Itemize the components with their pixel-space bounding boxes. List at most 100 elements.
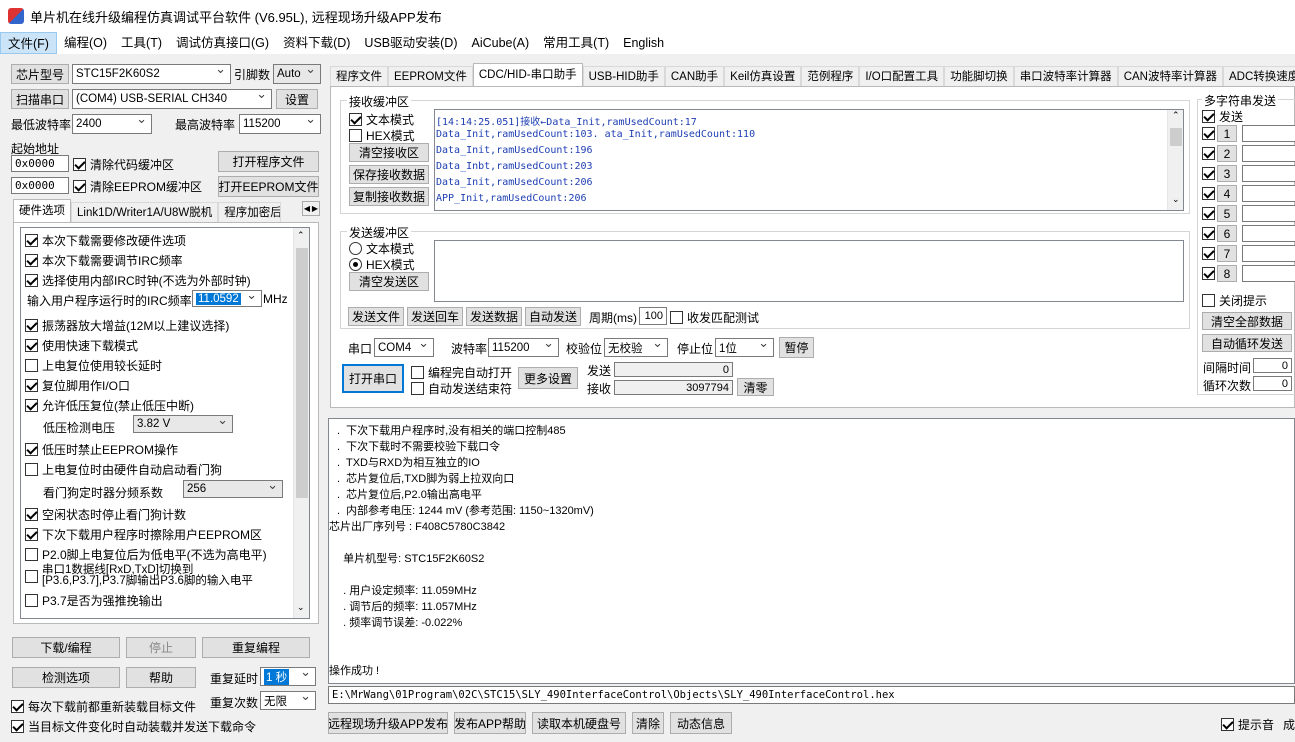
clear-log-button[interactable]: 清除 <box>632 712 664 734</box>
arrow-right-icon[interactable]: ▶ <box>312 204 318 213</box>
option-erase-eeprom[interactable]: 下次下载用户程序时擦除用户EEPROM区 <box>25 526 262 543</box>
option-modify-hardware[interactable]: 本次下载需要修改硬件选项 <box>25 232 186 249</box>
menu-debug[interactable]: 调试仿真接口(G) <box>169 32 276 54</box>
receive-text-mode-checkbox[interactable]: 文本模式 <box>349 111 414 128</box>
tab-eeprom-file[interactable]: EEPROM文件 <box>388 66 473 86</box>
multi-item-send-button[interactable]: 5 <box>1217 205 1237 222</box>
option-fast-download[interactable]: 使用快速下载模式 <box>25 337 138 354</box>
menu-program[interactable]: 编程(O) <box>57 32 114 54</box>
eeprom-address-input[interactable]: 0x0000 <box>11 177 69 194</box>
tab-program-file[interactable]: 程序文件 <box>330 66 388 86</box>
save-receive-button[interactable]: 保存接收数据 <box>349 165 429 184</box>
prompt-sound-checkbox[interactable]: 提示音 <box>1221 716 1274 733</box>
multi-item-send-button[interactable]: 8 <box>1217 265 1237 282</box>
match-test-checkbox[interactable]: 收发匹配测试 <box>670 309 759 326</box>
tab-io-config[interactable]: I/O口配置工具 <box>859 66 945 86</box>
tab-encryption[interactable]: 程序加密后 <box>218 202 282 222</box>
auto-end-char-checkbox[interactable]: 自动发送结束符 <box>411 380 512 397</box>
baud-select[interactable]: 115200 <box>488 338 559 357</box>
hardware-options-scrollbar[interactable]: ⌃ ⌄ <box>293 228 309 618</box>
multi-item-input[interactable] <box>1242 225 1295 242</box>
file-path-field[interactable]: E:\MrWang\01Program\02C\STC15\SLY_490Int… <box>328 686 1295 704</box>
send-data-button[interactable]: 发送数据 <box>466 307 522 326</box>
close-tip-checkbox[interactable]: 关闭提示 <box>1202 292 1267 309</box>
tab-serial-assistant[interactable]: CDC/HID-串口助手 <box>472 63 583 86</box>
multi-item-input[interactable] <box>1242 165 1295 182</box>
send-file-button[interactable]: 发送文件 <box>348 307 404 326</box>
scroll-up-icon[interactable]: ⌃ <box>297 230 305 241</box>
multi-item-input[interactable] <box>1242 125 1295 142</box>
tab-usb-hid[interactable]: USB-HID助手 <box>582 66 665 86</box>
menu-english[interactable]: English <box>616 32 671 54</box>
max-baud-select[interactable]: 115200 <box>239 114 321 134</box>
multi-item-input[interactable] <box>1242 265 1295 282</box>
menu-aicube[interactable]: AiCube(A) <box>464 32 536 54</box>
multi-item-send-button[interactable]: 7 <box>1217 245 1237 262</box>
help-button[interactable]: 帮助 <box>126 667 196 688</box>
scroll-up-icon[interactable]: ⌃ <box>1172 110 1180 121</box>
send-text-mode-radio[interactable]: 文本模式 <box>349 240 414 257</box>
open-eeprom-file-button[interactable]: 打开EEPROM文件 <box>218 176 319 197</box>
settings-button[interactable]: 设置 <box>276 89 318 109</box>
repeat-program-button[interactable]: 重复编程 <box>202 637 310 658</box>
option-p37-push-pull[interactable]: P3.7是否为强推挽输出 <box>25 592 163 609</box>
clear-send-button[interactable]: 清空发送区 <box>349 272 429 291</box>
option-internal-irc[interactable]: 选择使用内部IRC时钟(不选为外部时钟) <box>25 272 251 289</box>
multi-item-send-button[interactable]: 6 <box>1217 225 1237 242</box>
reload-each-download-checkbox[interactable]: 每次下载前都重新装载目标文件 <box>11 698 196 715</box>
multi-item-input[interactable] <box>1242 145 1295 162</box>
code-address-input[interactable]: 0x0000 <box>11 155 69 172</box>
multi-item-send-button[interactable]: 3 <box>1217 165 1237 182</box>
auto-loop-send-button[interactable]: 自动循环发送 <box>1202 334 1292 352</box>
scrollbar-thumb[interactable] <box>296 248 308 498</box>
tab-can-baud-calc[interactable]: CAN波特率计算器 <box>1117 66 1223 86</box>
dynamic-info-button[interactable]: 动态信息 <box>670 712 732 734</box>
multi-item-input[interactable] <box>1242 245 1295 262</box>
period-input[interactable]: 100 <box>639 307 667 325</box>
option-long-reset-delay[interactable]: 上电复位使用较长延时 <box>25 357 162 374</box>
menu-file[interactable]: 文件(F) <box>0 32 57 54</box>
tab-keil[interactable]: Keil仿真设置 <box>724 66 802 86</box>
parity-select[interactable]: 无校验 <box>604 338 668 357</box>
option-auto-watchdog[interactable]: 上电复位时由硬件自动启动看门狗 <box>25 461 222 478</box>
irc-frequency-select[interactable]: 11.0592 <box>192 290 262 307</box>
receive-text-area[interactable]: [14:14:25.051]接收←Data_Init,ramUsedCount:… <box>434 109 1184 211</box>
port-select[interactable]: (COM4) USB-SERIAL CH340 <box>72 89 272 109</box>
stop-button[interactable]: 停止 <box>126 637 196 658</box>
receive-scrollbar[interactable]: ⌃ ⌄ <box>1167 110 1183 210</box>
open-program-file-button[interactable]: 打开程序文件 <box>218 151 319 172</box>
tab-can[interactable]: CAN助手 <box>664 66 725 86</box>
menu-usb-driver[interactable]: USB驱动安装(D) <box>357 32 464 54</box>
repeat-delay-select[interactable]: 1 秒 <box>260 667 316 686</box>
low-voltage-select[interactable]: 3.82 V <box>133 415 233 433</box>
clear-code-checkbox[interactable]: 清除代码缓冲区 <box>73 156 174 173</box>
copy-receive-button[interactable]: 复制接收数据 <box>349 187 429 206</box>
multi-item-send-button[interactable]: 1 <box>1217 125 1237 142</box>
arrow-left-icon[interactable]: ◀ <box>304 204 310 213</box>
clear-receive-button[interactable]: 清空接收区 <box>349 143 429 162</box>
send-hex-mode-radio[interactable]: HEX模式 <box>349 256 415 273</box>
tab-adc-speed[interactable]: ADC转换速度计 <box>1222 66 1295 86</box>
multi-item-send-button[interactable]: 4 <box>1217 185 1237 202</box>
option-disable-eeprom-low-voltage[interactable]: 低压时禁止EEPROM操作 <box>25 441 178 458</box>
scroll-down-icon[interactable]: ⌄ <box>297 602 305 613</box>
clear-all-data-button[interactable]: 清空全部数据 <box>1202 312 1292 330</box>
menu-common-tools[interactable]: 常用工具(T) <box>536 32 616 54</box>
option-low-voltage-reset[interactable]: 允许低压复位(禁止低压中断) <box>25 397 194 414</box>
clear-eeprom-checkbox[interactable]: 清除EEPROM缓冲区 <box>73 178 202 195</box>
open-port-button[interactable]: 打开串口 <box>342 364 404 393</box>
remote-upgrade-button[interactable]: 远程现场升级APP发布 <box>328 712 448 734</box>
auto-reload-checkbox[interactable]: 当目标文件变化时自动装载并发送下载命令 <box>11 718 256 735</box>
menu-download[interactable]: 资料下载(D) <box>276 32 357 54</box>
tab-examples[interactable]: 范例程序 <box>801 66 860 86</box>
chip-model-button[interactable]: 芯片型号 <box>11 64 69 84</box>
stop-bit-select[interactable]: 1位 <box>715 338 774 357</box>
more-settings-button[interactable]: 更多设置 <box>518 367 578 389</box>
pause-button[interactable]: 暂停 <box>779 337 814 358</box>
option-uart-switch[interactable]: 串口1数据线[RxD,TxD]切换到 [P3.6,P3.7],P3.7脚输出P3.… <box>25 564 253 587</box>
multi-item-send-button[interactable]: 2 <box>1217 145 1237 162</box>
option-oscillator-gain[interactable]: 振荡器放大增益(12M以上建议选择) <box>25 317 229 334</box>
send-enter-button[interactable]: 发送回车 <box>407 307 463 326</box>
watchdog-divider-select[interactable]: 256 <box>183 480 283 498</box>
send-text-area[interactable] <box>434 240 1184 302</box>
